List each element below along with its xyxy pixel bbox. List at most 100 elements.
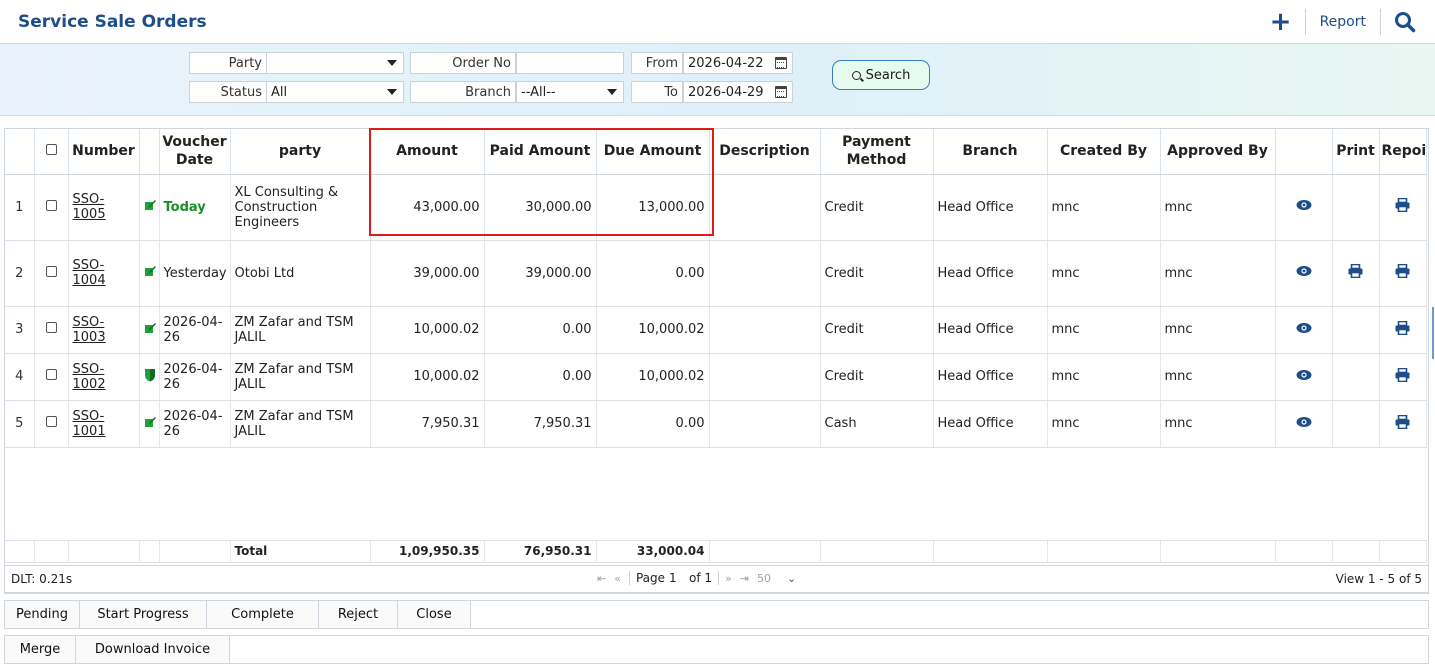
col-due-amount[interactable]: Due Amount [596, 129, 710, 175]
toolbar: + Report [1263, 6, 1423, 38]
calendar-icon[interactable] [775, 86, 787, 98]
eye-icon[interactable] [1296, 199, 1312, 211]
printer-icon[interactable] [1395, 320, 1410, 335]
last-page-icon[interactable]: ⇥ [740, 572, 749, 585]
eye-icon[interactable] [1296, 265, 1312, 277]
branch-value: --All-- [521, 84, 556, 100]
report-cell [1379, 306, 1427, 354]
order-number-cell: SSO-1004 [68, 240, 140, 307]
complete-button[interactable]: Complete [207, 601, 319, 628]
branch: Head Office [933, 240, 1048, 307]
close-button[interactable]: Close [398, 601, 471, 628]
add-button[interactable]: + [1263, 7, 1299, 37]
edit-icon[interactable] [144, 416, 156, 428]
edit-icon[interactable] [144, 199, 156, 211]
printer-icon[interactable] [1348, 263, 1363, 279]
row-checkbox-cell [34, 306, 69, 354]
edit-icon[interactable] [144, 265, 156, 277]
to-date-input[interactable]: 2026-04-29 [683, 81, 793, 103]
empty-space [5, 447, 1426, 541]
edit-icon[interactable] [144, 322, 156, 334]
order-number-link[interactable]: SSO-1002 [73, 362, 106, 392]
row-checkbox[interactable] [45, 416, 57, 427]
table-row[interactable]: 4 SSO-1002 2026-04-26 ZM Zafar and TSM J… [5, 353, 1427, 401]
chevron-down-icon[interactable]: ⌄ [787, 572, 796, 585]
amount: 43,000.00 [370, 174, 485, 241]
order-number-link[interactable]: SSO-1003 [73, 315, 106, 345]
col-branch[interactable]: Branch [933, 129, 1048, 175]
search-button[interactable]: Search [832, 60, 930, 90]
from-date-input[interactable]: 2026-04-22 [683, 52, 793, 74]
prev-page-icon[interactable]: « [614, 572, 621, 585]
col-print[interactable]: Print [1332, 129, 1380, 175]
page-size-select[interactable]: 50 [757, 572, 771, 585]
first-page-icon[interactable]: ⇤ [597, 572, 606, 585]
to-label: To [631, 81, 683, 103]
amount: 7,950.31 [370, 400, 485, 448]
col-paid-amount[interactable]: Paid Amount [484, 129, 597, 175]
col-created-by[interactable]: Created By [1047, 129, 1161, 175]
pending-button[interactable]: Pending [5, 601, 80, 628]
order-number-link[interactable]: SSO-1004 [73, 258, 106, 288]
order-number-link[interactable]: SSO-1001 [73, 409, 106, 439]
col-number[interactable]: Number [68, 129, 140, 175]
search-icon [851, 70, 861, 80]
select-all-checkbox[interactable] [45, 144, 57, 156]
status-actions-bar: Pending Start Progress Complete Reject C… [4, 600, 1429, 629]
status-label: Status [189, 81, 267, 103]
calendar-icon[interactable] [775, 57, 787, 69]
edit-cell [139, 400, 160, 448]
printer-icon[interactable] [1395, 414, 1410, 429]
row-checkbox[interactable] [45, 322, 57, 333]
other-actions-bar: Merge Download Invoice [4, 635, 1429, 664]
branch-select[interactable]: --All-- [516, 81, 624, 103]
download-invoice-button[interactable]: Download Invoice [76, 636, 230, 663]
row-checkbox[interactable] [45, 199, 57, 211]
eye-icon[interactable] [1296, 369, 1312, 381]
next-page-icon[interactable]: » [725, 572, 732, 585]
merge-button[interactable]: Merge [5, 636, 76, 663]
col-amount[interactable]: Amount [370, 129, 485, 175]
col-payment-method[interactable]: Payment Method [820, 129, 934, 175]
row-checkbox[interactable] [45, 265, 57, 277]
created-by: mnc [1047, 306, 1161, 354]
printer-icon[interactable] [1395, 263, 1410, 279]
row-checkbox[interactable] [45, 369, 57, 380]
printer-icon[interactable] [1395, 197, 1410, 213]
edit-cell [139, 174, 160, 241]
party-select[interactable] [266, 52, 404, 74]
chevron-down-icon [607, 89, 617, 95]
voucher-date-value: Today [163, 199, 206, 215]
search-toggle-button[interactable] [1387, 7, 1423, 37]
order-no-input[interactable] [516, 52, 624, 74]
print-cell [1332, 353, 1380, 401]
from-label: From [631, 52, 683, 74]
start-progress-button[interactable]: Start Progress [80, 601, 207, 628]
col-voucher-date[interactable]: Voucher Date [159, 129, 231, 175]
order-number-cell: SSO-1001 [68, 400, 140, 448]
page-input[interactable]: 1 [669, 571, 683, 585]
eye-icon[interactable] [1296, 322, 1312, 334]
col-approved-by[interactable]: Approved By [1160, 129, 1276, 175]
amount: 10,000.02 [370, 306, 485, 354]
table-row[interactable]: 3 SSO-1003 2026-04-26 ZM Zafar and TSM J… [5, 306, 1427, 354]
created-by: mnc [1047, 400, 1161, 448]
status-select[interactable]: All [266, 81, 404, 103]
col-report[interactable]: Repoi [1379, 129, 1427, 175]
reject-button[interactable]: Reject [319, 601, 398, 628]
printer-icon[interactable] [1395, 367, 1410, 382]
table-row[interactable]: 2 SSO-1004 Yesterday Otobi Ltd 39,000.00… [5, 240, 1427, 307]
table-row[interactable]: 5 SSO-1001 2026-04-26 ZM Zafar and TSM J… [5, 400, 1427, 448]
col-description[interactable]: Description [709, 129, 821, 175]
col-party[interactable]: party [230, 129, 371, 175]
report-cell [1379, 353, 1427, 401]
eye-icon[interactable] [1296, 416, 1312, 428]
print-cell [1332, 306, 1380, 354]
table-row[interactable]: 1 SSO-1005 Today XL Consulting & Constru… [5, 174, 1427, 241]
order-number-link[interactable]: SSO-1005 [73, 192, 106, 222]
report-button[interactable]: Report [1312, 7, 1374, 37]
paid-amount: 30,000.00 [484, 174, 597, 241]
scroll-indicator[interactable] [1432, 307, 1434, 359]
order-number-cell: SSO-1005 [68, 174, 140, 241]
approved-by: mnc [1160, 174, 1276, 241]
